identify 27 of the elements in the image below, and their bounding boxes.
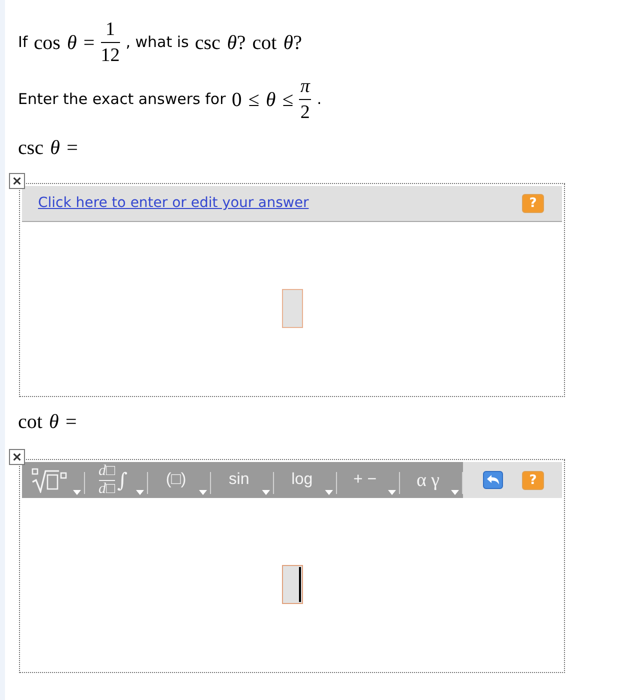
answer-link[interactable]: Click here to enter or edit your answer [38, 193, 309, 214]
caret-icon [451, 490, 459, 495]
caret-icon [199, 490, 207, 495]
caret-icon [388, 490, 396, 495]
toolbar-button[interactable]: + − [337, 462, 399, 498]
close-button[interactable] [9, 449, 25, 465]
help-button[interactable]: ? [522, 194, 544, 213]
toolbar-button[interactable]: sin [211, 462, 273, 498]
toolbar-button[interactable]: (□) [148, 462, 210, 498]
close-icon [13, 453, 21, 461]
undo-icon [487, 475, 499, 485]
undo-button[interactable] [483, 471, 503, 489]
answer-label: cot θ = [18, 412, 77, 432]
caret-icon [262, 490, 270, 495]
radical-icon [31, 468, 69, 492]
toolbar-button[interactable]: α γ [400, 462, 462, 498]
toolbar-button[interactable]: log [274, 462, 336, 498]
caret-icon [73, 490, 81, 495]
toolbar-button[interactable]: d□ d□∫ [85, 462, 147, 498]
caret-icon [325, 490, 333, 495]
answer-label: csc θ = [18, 138, 78, 158]
text-cursor [298, 566, 300, 602]
help-button[interactable]: ? [522, 470, 544, 490]
close-button[interactable] [9, 173, 25, 189]
caret-icon [136, 490, 144, 495]
close-icon [13, 177, 21, 185]
answer-slot[interactable] [282, 564, 302, 604]
